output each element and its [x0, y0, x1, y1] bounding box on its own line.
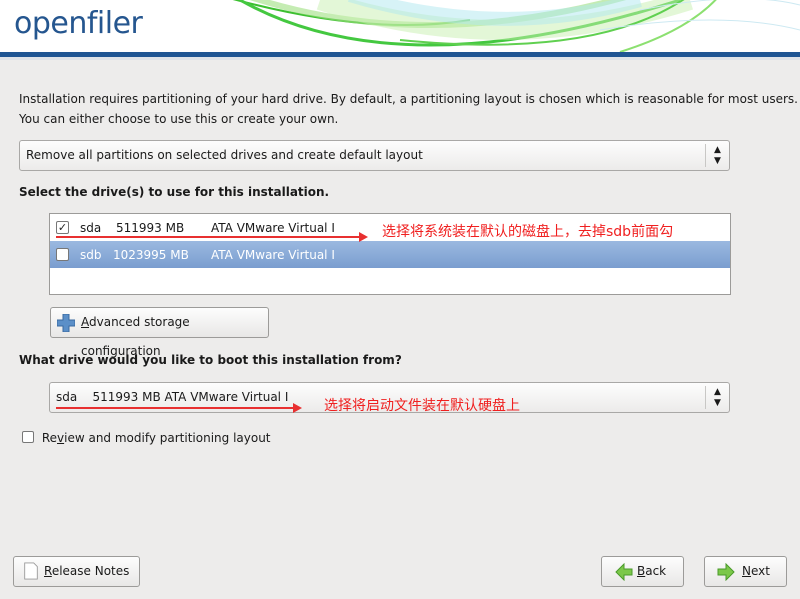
drives-label: Select the drive(s) to use for this inst…: [19, 185, 330, 199]
openfiler-logo: openfiler: [14, 6, 143, 41]
mnemonic: B: [637, 564, 646, 578]
boot-label: What drive would you like to boot this i…: [19, 353, 402, 367]
partition-layout-value: Remove all partitions on selected drives…: [26, 148, 423, 162]
annotation-arrow-1: [56, 232, 368, 242]
review-label: Re: [41, 431, 58, 445]
annotation-1: 选择将系统装在默认的磁盘上，去掉sdb前面勾: [382, 224, 674, 240]
button-label: dvanced storage configuration: [81, 315, 190, 358]
back-button[interactable]: Back: [601, 556, 684, 587]
drive-model: ATA VMware Virtual I: [211, 221, 335, 235]
drive-model: ATA VMware Virtual I: [211, 248, 335, 262]
release-notes-button[interactable]: Release Notes: [13, 556, 140, 587]
button-label: ext: [750, 564, 770, 578]
drive-row-sdb[interactable]: sdb 1023995 MB ATA VMware Virtual I: [50, 241, 730, 268]
combo-arrows-icon: ▲ ▼: [705, 144, 729, 167]
drive-checkbox-sdb[interactable]: [56, 248, 69, 261]
review-checkbox-row[interactable]: Review and modify partitioning layout: [22, 430, 271, 445]
button-label: elease Notes: [51, 564, 130, 578]
header-banner: openfiler: [0, 0, 800, 52]
annotation-arrow-2: [56, 403, 302, 413]
button-label: ack: [645, 564, 667, 578]
next-button[interactable]: Next: [704, 556, 787, 587]
mnemonic: R: [44, 564, 52, 578]
drive-name: sda: [80, 221, 102, 235]
annotation-2: 选择将启动文件装在默认硬盘上: [324, 398, 520, 414]
partition-layout-select[interactable]: Remove all partitions on selected drives…: [19, 140, 730, 171]
intro-text-2: You can either choose to use this or cre…: [19, 112, 339, 126]
mnemonic: A: [81, 315, 89, 329]
drive-size: 511993 MB: [116, 221, 185, 235]
combo-arrows-icon: ▲ ▼: [705, 386, 729, 409]
arrow-left-icon: [615, 563, 633, 581]
document-icon: [24, 562, 38, 580]
intro-text-1: Installation requires partitioning of yo…: [19, 92, 798, 106]
header-divider-light: [0, 57, 800, 60]
drive-checkbox-sda[interactable]: ✓: [56, 221, 69, 234]
arrow-right-icon: [717, 563, 735, 581]
plus-icon: [57, 314, 75, 332]
review-label: iew and modify partitioning layout: [64, 431, 271, 445]
mnemonic: N: [742, 564, 751, 578]
review-checkbox[interactable]: [22, 431, 34, 443]
boot-drive-value: sda 511993 MB ATA VMware Virtual I: [56, 390, 289, 404]
drive-size: 1023995 MB: [113, 248, 189, 262]
advanced-storage-button[interactable]: Advanced storage configuration: [50, 307, 269, 358]
drive-name: sdb: [80, 248, 102, 262]
